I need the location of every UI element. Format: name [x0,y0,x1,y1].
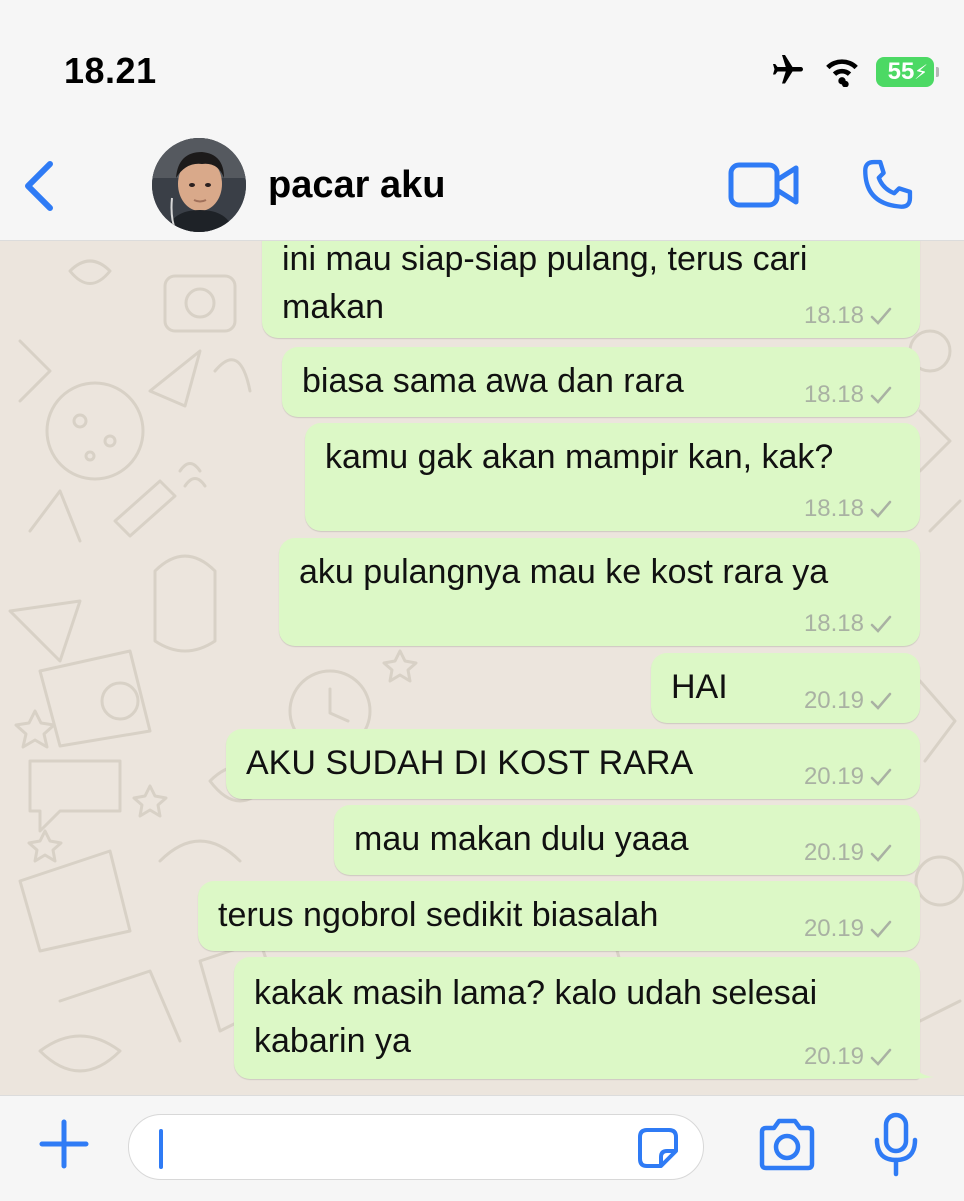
mic-button[interactable] [872,1112,920,1178]
battery-icon: 55 ⚡ [876,57,939,87]
message-text: mau makan dulu yaaa [354,820,689,858]
message-text: ini mau siap-siap pulang, terus cari mak… [282,241,808,326]
message-bubble[interactable]: ini mau siap-siap pulang, terus cari mak… [262,241,920,338]
message-text: terus ngobrol sedikit biasalah [218,896,659,934]
charging-bolt-icon: ⚡ [913,62,928,84]
message-bubble[interactable]: kamu gak akan mampir kan, kak? 18.18 [305,423,920,531]
battery-level: 55 [887,58,915,85]
sticker-button[interactable] [637,1127,679,1169]
microphone-icon [874,1112,918,1177]
message-text: aku pulangnya mau ke kost rara ya [299,553,829,591]
contact-photo [152,138,246,232]
message-text: AKU SUDAH DI KOST RARA [246,744,694,782]
sent-check-icon [870,768,892,786]
voice-call-button[interactable] [858,156,916,214]
status-bar: 18.21 55 ⚡ [0,0,964,130]
phone-icon [863,159,913,209]
message-bubble[interactable]: terus ngobrol sedikit biasalah 20.19 [198,881,920,951]
chevron-left-icon [25,161,53,211]
message-bubble[interactable]: mau makan dulu yaaa 20.19 [334,805,920,875]
camera-icon [759,1118,815,1171]
message-text: kamu gak akan mampir kan, kak? [325,438,834,476]
bubble-tail [910,1057,934,1079]
input-bar [0,1095,964,1201]
message-timestamp: 20.19 [804,763,892,791]
chat-header: pacar aku [0,130,964,241]
status-icons: 55 ⚡ [768,52,939,93]
chat-area[interactable]: ini mau siap-siap pulang, terus cari mak… [0,241,964,1095]
sent-check-icon [870,920,892,938]
sent-check-icon [870,692,892,710]
sent-check-icon [870,615,892,633]
sticker-icon [638,1128,678,1168]
avatar[interactable] [152,138,246,232]
message-bubble[interactable]: kakak masih lama? kalo udah selesai kaba… [234,957,934,1079]
video-call-button[interactable] [728,160,800,210]
message-text: biasa sama awa dan rara [302,362,684,400]
message-text: HAI [671,668,728,706]
message-timestamp: 20.19 [804,687,892,715]
text-cursor [159,1129,163,1169]
message-text: kakak masih lama? kalo udah selesai kaba… [254,974,818,1060]
message-bubble[interactable]: AKU SUDAH DI KOST RARA 20.19 [226,729,920,799]
message-timestamp: 18.18 [804,610,892,638]
message-timestamp: 20.19 [804,1043,892,1071]
message-timestamp: 18.18 [804,495,892,523]
message-bubble[interactable]: aku pulangnya mau ke kost rara ya 18.18 [279,538,920,646]
message-timestamp: 20.19 [804,915,892,943]
contact-name[interactable]: pacar aku [268,164,445,207]
back-button[interactable] [18,158,62,214]
message-timestamp: 20.19 [804,839,892,867]
sent-check-icon [870,307,892,325]
message-bubble[interactable]: biasa sama awa dan rara 18.18 [282,347,920,417]
airplane-mode-icon [768,52,808,93]
message-input[interactable] [128,1114,704,1180]
sent-check-icon [870,844,892,862]
video-camera-icon [728,162,799,208]
status-time: 18.21 [64,50,157,91]
attach-button[interactable] [36,1116,92,1172]
plus-icon [39,1119,89,1169]
camera-button[interactable] [756,1118,818,1172]
sent-check-icon [870,1048,892,1066]
message-timestamp: 18.18 [804,302,892,330]
message-timestamp: 18.18 [804,381,892,409]
sent-check-icon [870,500,892,518]
message-bubble[interactable]: HAI 20.19 [651,653,920,723]
wifi-icon [822,53,862,92]
sent-check-icon [870,386,892,404]
